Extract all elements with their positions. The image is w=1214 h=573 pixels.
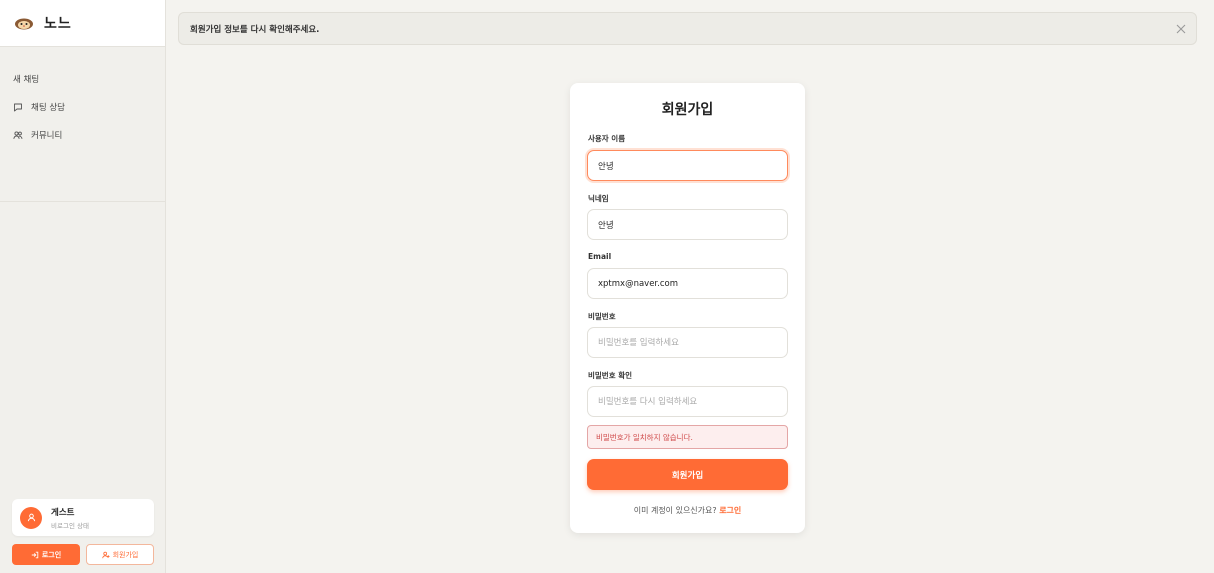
password-label: 비밀번호 xyxy=(588,312,616,321)
user-card: 게스트 비로그인 상태 xyxy=(12,499,154,536)
signup-submit-button[interactable]: 회원가입 xyxy=(587,459,788,490)
sidebar-item-new-chat[interactable]: 새 채팅 xyxy=(0,65,165,93)
sidebar-item-community[interactable]: 커뮤니티 xyxy=(0,121,165,149)
email-input[interactable] xyxy=(587,268,788,299)
nickname-label: 닉네임 xyxy=(588,194,609,203)
alert-banner: 회원가입 정보를 다시 확인해주세요. xyxy=(178,12,1197,45)
password-input[interactable] xyxy=(587,327,788,358)
password-confirm-input[interactable] xyxy=(587,386,788,417)
user-name: 게스트 xyxy=(51,507,75,518)
sidebar: 노느 새 채팅 채팅 상담 커뮤니티 게스트 비로그인 상태 로그인 회원가입 xyxy=(0,0,166,573)
sidebar-signup-button[interactable]: 회원가입 xyxy=(86,544,154,565)
add-user-icon xyxy=(101,551,110,558)
username-label: 사용자 이름 xyxy=(588,134,626,143)
user-status: 비로그인 상태 xyxy=(51,521,89,530)
sidebar-signup-label: 회원가입 xyxy=(112,550,139,559)
page-title: 회원가입 xyxy=(661,102,714,118)
alert-message: 회원가입 정보를 다시 확인해주세요. xyxy=(190,24,320,35)
nickname-input[interactable] xyxy=(587,209,788,240)
login-prompt-text: 이미 계정이 있으신가요? xyxy=(633,506,717,515)
close-icon[interactable] xyxy=(1174,22,1188,36)
signup-card: 회원가입 사용자 이름 닉네임 Email 비밀번호 비밀번호 확인 비밀번호가… xyxy=(570,83,805,533)
sidebar-item-label: 커뮤니티 xyxy=(31,131,63,141)
login-prompt: 이미 계정이 있으신가요? 로그인 xyxy=(570,505,805,516)
sidebar-login-label: 로그인 xyxy=(41,550,62,559)
username-input[interactable] xyxy=(587,150,788,181)
user-icon xyxy=(27,513,35,522)
brand-name: 노느 xyxy=(44,16,72,32)
avatar xyxy=(20,506,42,529)
sidebar-login-button[interactable]: 로그인 xyxy=(12,544,80,565)
email-label: Email xyxy=(588,252,612,261)
chat-icon xyxy=(14,103,22,112)
sidebar-nav: 새 채팅 채팅 상담 커뮤니티 xyxy=(0,47,165,202)
sidebar-item-label: 새 채팅 xyxy=(13,75,40,85)
sidebar-item-chat-consult[interactable]: 채팅 상담 xyxy=(0,93,165,121)
error-message: 비밀번호가 일치하지 않습니다. xyxy=(587,425,788,449)
password-confirm-label: 비밀번호 확인 xyxy=(588,371,633,380)
login-link[interactable]: 로그인 xyxy=(719,506,741,515)
sidebar-item-label: 채팅 상담 xyxy=(31,103,65,113)
hedgehog-logo-icon xyxy=(15,18,33,30)
brand-header[interactable]: 노느 xyxy=(0,0,165,47)
users-icon xyxy=(13,131,23,139)
login-icon xyxy=(31,551,39,558)
